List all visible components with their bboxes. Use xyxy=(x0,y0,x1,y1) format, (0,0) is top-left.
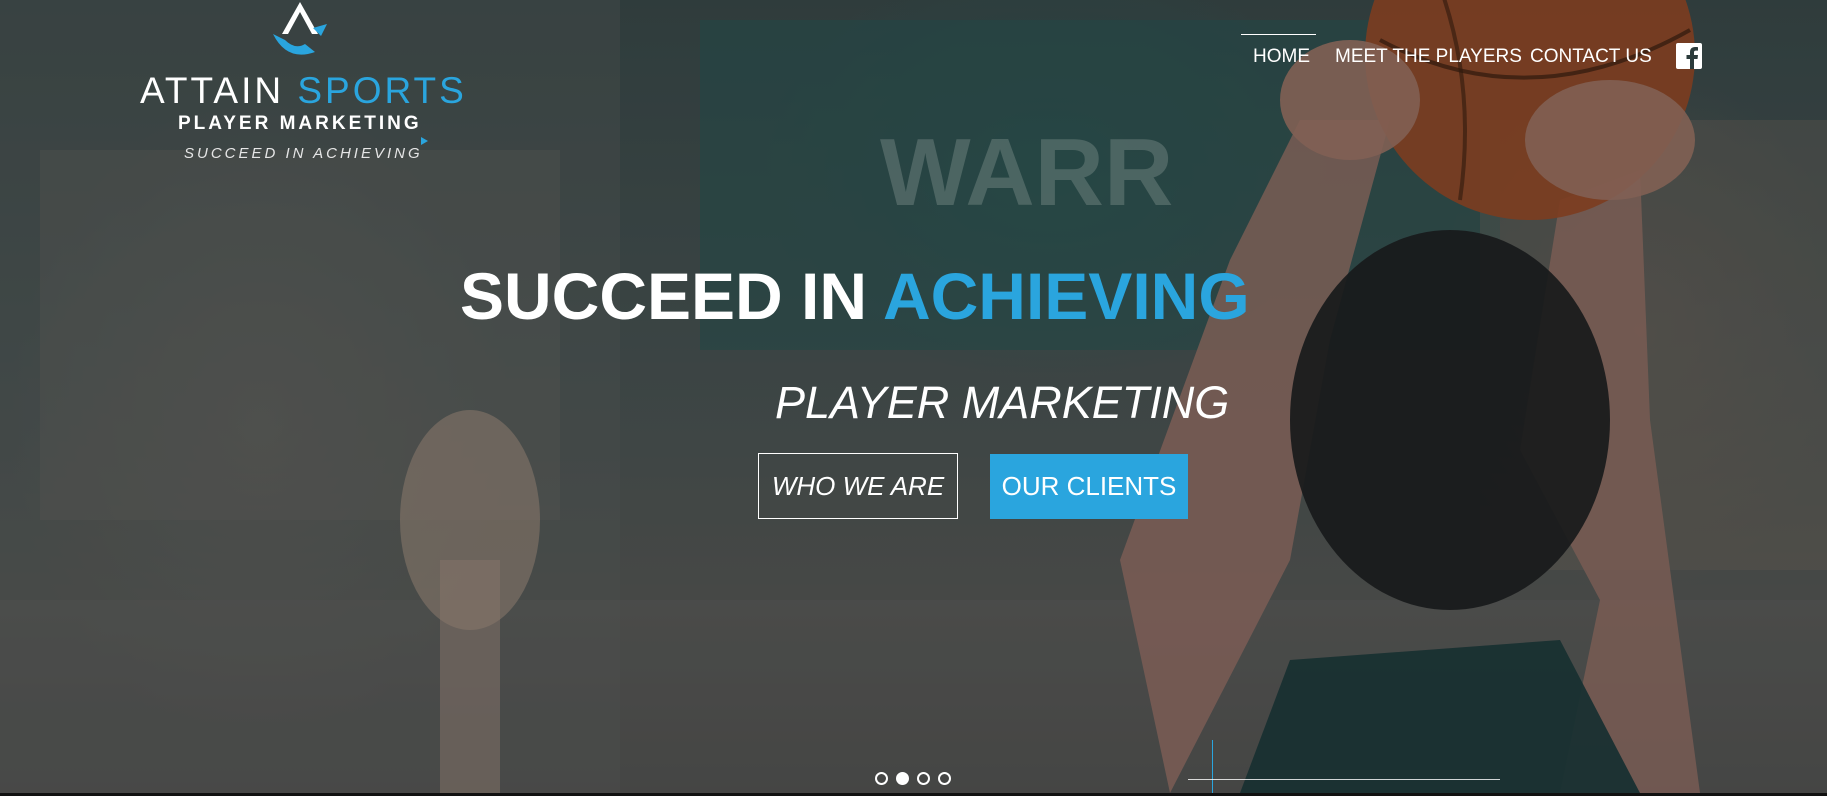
nav-item-home[interactable]: HOME xyxy=(1241,34,1316,68)
slider-dot-4[interactable] xyxy=(938,772,951,785)
hero-headline: SUCCEED IN ACHIEVING xyxy=(460,258,1250,334)
slider-dot-2[interactable] xyxy=(896,772,909,785)
site-logo[interactable]: ATTAIN SPORTS PLAYER MARKETING SUCCEED I… xyxy=(140,0,470,170)
nav-item-contact-us[interactable]: CONTACT US xyxy=(1530,46,1652,68)
decorative-horizontal-line xyxy=(1188,779,1500,780)
logo-brand-accent: SPORTS xyxy=(297,70,467,111)
logo-subtitle: PLAYER MARKETING xyxy=(178,113,422,134)
who-we-are-button[interactable]: WHO WE ARE xyxy=(758,453,958,519)
decorative-vertical-line xyxy=(1212,740,1213,793)
hero-headline-main: SUCCEED IN xyxy=(460,259,868,333)
logo-arrow-icon xyxy=(421,137,428,145)
slider-dot-3[interactable] xyxy=(917,772,930,785)
logo-brand-main: ATTAIN xyxy=(140,70,285,111)
logo-tagline: SUCCEED IN ACHIEVING xyxy=(184,145,423,162)
logo-mark-icon xyxy=(273,2,327,55)
nav-item-meet-the-players[interactable]: MEET THE PLAYERS xyxy=(1335,46,1522,68)
hero-section: WARR ATTAIN SPORTS PLAYER MARKETING SUCC… xyxy=(0,0,1827,793)
hero-subheadline: PLAYER MARKETING xyxy=(775,377,1230,428)
facebook-icon[interactable] xyxy=(1676,43,1702,69)
our-clients-button[interactable]: OUR CLIENTS xyxy=(990,454,1188,519)
hero-headline-accent: ACHIEVING xyxy=(882,259,1250,333)
slider-dot-1[interactable] xyxy=(875,772,888,785)
logo-brand-text: ATTAIN SPORTS xyxy=(140,70,470,112)
